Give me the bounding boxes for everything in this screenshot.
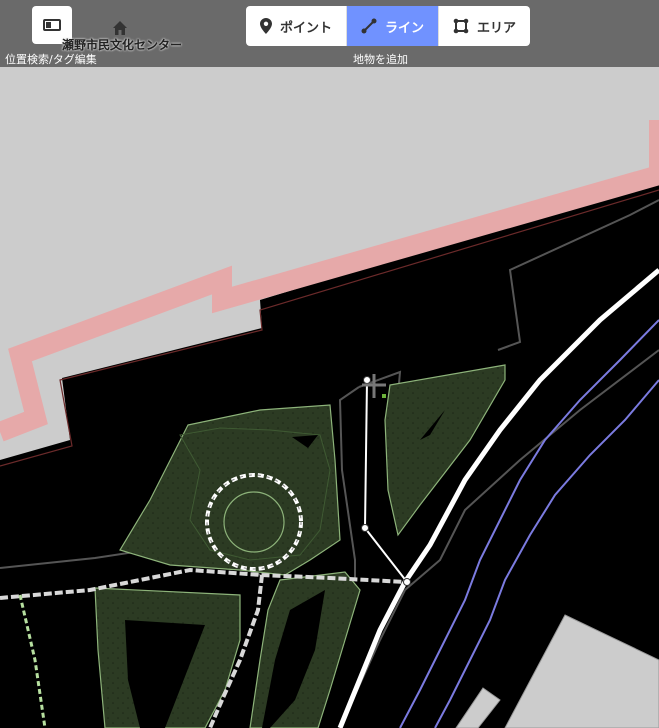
line-vertex[interactable]: [361, 524, 369, 532]
poi-name: 瀬野市民文化センター: [62, 38, 183, 52]
add-feature-modes: ポイント ライン エリア: [246, 6, 531, 46]
top-toolbar: 位置検索/タグ編集 瀬野市民文化センター ポイント ライン エリア 地物を追加: [0, 0, 659, 67]
roundabout-center[interactable]: [223, 491, 285, 553]
poi-label[interactable]: 瀬野市民文化センター: [62, 18, 192, 54]
line-icon: [361, 18, 377, 34]
map-pin-icon: [260, 18, 272, 34]
mode-area-button[interactable]: エリア: [439, 6, 531, 46]
mode-area-label: エリア: [477, 20, 517, 36]
mode-line-button[interactable]: ライン: [347, 6, 440, 46]
mode-point-button[interactable]: ポイント: [246, 6, 348, 46]
add-feature-caption: 地物を追加: [353, 53, 408, 66]
sidebar-icon: [43, 19, 61, 31]
line-vertex[interactable]: [403, 578, 411, 586]
mode-point-label: ポイント: [280, 20, 333, 36]
map-canvas[interactable]: [0, 0, 659, 728]
area-icon: [453, 18, 469, 34]
house-icon: [113, 21, 127, 35]
mode-line-label: ライン: [385, 20, 425, 36]
line-vertex[interactable]: [363, 376, 371, 384]
